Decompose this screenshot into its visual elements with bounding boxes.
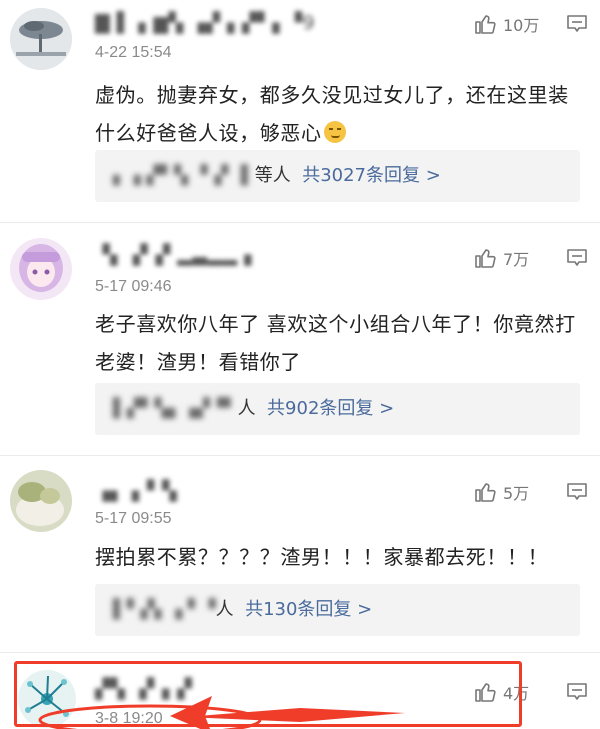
red-arrow-icon bbox=[170, 696, 405, 729]
annotation-overlay bbox=[38, 696, 405, 729]
